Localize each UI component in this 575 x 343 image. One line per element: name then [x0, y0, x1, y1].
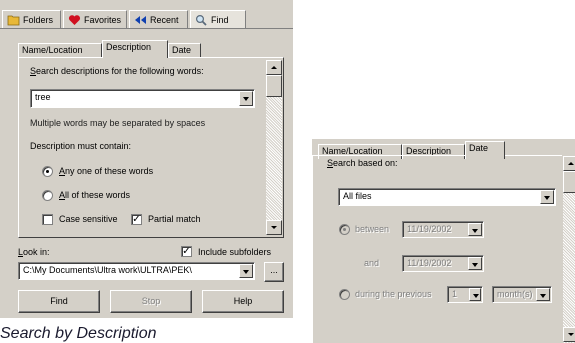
- date-scroll-thumb[interactable]: [563, 171, 575, 193]
- all-words-label: All of these words: [59, 190, 131, 200]
- search-words-combo[interactable]: tree: [30, 89, 255, 108]
- tab-date-label: Date: [172, 45, 192, 55]
- and-label: and: [364, 258, 380, 268]
- search-words-value: tree: [35, 92, 51, 102]
- look-in-path-value: C:\My Documents\Ultra work\ULTRA\PEK\: [23, 265, 192, 275]
- find-tab-label: Find: [211, 15, 229, 25]
- tab-description-label: Description: [106, 42, 152, 52]
- figure-caption: Search by Description: [0, 325, 157, 342]
- stop-button-label: Stop: [141, 296, 161, 306]
- scroll-down-icon[interactable]: [266, 220, 282, 235]
- during-unit-value: month(s): [497, 289, 533, 299]
- case-sensitive-checkbox[interactable]: [42, 214, 53, 225]
- panel-scrollbar[interactable]: [266, 60, 282, 235]
- any-words-label: Any one of these words: [59, 166, 154, 176]
- date-view-tab-date[interactable]: Date: [465, 141, 505, 159]
- look-in-label: Look in:: [18, 247, 50, 257]
- date-tab-panel: Search based on: All files between 11/19…: [312, 155, 562, 343]
- search-based-on-label: Search based on:: [327, 158, 398, 168]
- help-button[interactable]: Help: [202, 290, 284, 313]
- description-tab-panel: Search descriptions for the following wo…: [18, 57, 284, 238]
- during-previous-radio[interactable]: [339, 289, 350, 300]
- browse-label: ...: [270, 265, 278, 275]
- date-scroll-up-icon[interactable]: [563, 156, 575, 171]
- toolbar: Folders Favorites Recent Find: [0, 0, 293, 29]
- spinner-arrows-icon[interactable]: [469, 288, 481, 301]
- browse-button[interactable]: ...: [264, 262, 284, 282]
- partial-match-label: Partial match: [148, 214, 201, 224]
- toolbar-divider: [0, 28, 293, 29]
- and-date-value: 11/19/2002: [407, 258, 452, 268]
- unit-chevron-down-icon[interactable]: [536, 288, 550, 301]
- favorites-label: Favorites: [84, 14, 122, 25]
- favorites-button[interactable]: Favorites: [63, 10, 127, 29]
- find-dialog-description: Folders Favorites Recent Find Name/Locat…: [0, 0, 293, 318]
- case-sensitive-label: Case sensitive: [59, 214, 118, 224]
- stop-button[interactable]: Stop: [110, 290, 192, 313]
- folders-button[interactable]: Folders: [2, 10, 61, 29]
- recent-arrows-icon: [134, 14, 147, 26]
- tab-name-location-label: Name/Location: [22, 45, 83, 55]
- recent-button[interactable]: Recent: [129, 10, 188, 29]
- magnifier-icon: [195, 14, 208, 26]
- and-date-field[interactable]: 11/19/2002: [402, 255, 484, 272]
- all-words-radio[interactable]: [42, 190, 53, 201]
- heart-icon: [68, 14, 81, 26]
- and-date-dropdown-icon[interactable]: [468, 257, 482, 270]
- tab-description[interactable]: Description: [102, 40, 168, 58]
- must-contain-label: Description must contain:: [30, 141, 132, 151]
- based-on-chevron-down-icon[interactable]: [540, 190, 554, 204]
- between-date-dropdown-icon[interactable]: [468, 223, 482, 236]
- tab-date[interactable]: Date: [168, 43, 201, 58]
- separator-hint: Multiple words may be separated by space…: [30, 118, 206, 128]
- any-words-radio[interactable]: [42, 166, 53, 177]
- find-button[interactable]: Find: [18, 290, 100, 313]
- folder-icon: [7, 14, 20, 26]
- during-count-spinner[interactable]: 1: [447, 286, 483, 303]
- include-subfolders-checkbox[interactable]: ✓: [181, 246, 192, 257]
- search-based-on-value: All files: [343, 191, 372, 201]
- tab-name-location[interactable]: Name/Location: [18, 43, 102, 58]
- search-based-on-combo[interactable]: All files: [338, 188, 556, 206]
- scroll-up-icon[interactable]: [266, 60, 282, 75]
- help-button-label: Help: [233, 296, 253, 306]
- path-chevron-down-icon[interactable]: [239, 264, 253, 278]
- find-dialog-date: Name/Location Description Date Search ba…: [312, 139, 575, 343]
- scroll-thumb[interactable]: [266, 75, 282, 97]
- partial-match-checkbox[interactable]: ✓: [131, 214, 142, 225]
- between-date-value: 11/19/2002: [407, 224, 452, 234]
- during-previous-label: during the previous: [355, 289, 432, 299]
- date-view-tab-date-label: Date: [469, 143, 489, 153]
- date-panel-scrollbar[interactable]: [563, 156, 575, 343]
- between-label: between: [355, 224, 390, 234]
- chevron-down-icon[interactable]: [239, 91, 253, 106]
- find-tab-button[interactable]: Find: [190, 10, 246, 29]
- between-radio[interactable]: [339, 224, 350, 235]
- date-scroll-down-icon[interactable]: [563, 327, 575, 342]
- search-prompt-label: Search descriptions for the following wo…: [30, 66, 204, 76]
- recent-label: Recent: [150, 14, 179, 25]
- during-count-value: 1: [452, 289, 458, 299]
- find-button-label: Find: [50, 296, 68, 306]
- include-subfolders-label: Include subfolders: [198, 247, 272, 257]
- during-unit-select[interactable]: month(s): [492, 286, 552, 303]
- between-date-field[interactable]: 11/19/2002: [402, 221, 484, 238]
- folders-label: Folders: [23, 14, 54, 25]
- look-in-path-combo[interactable]: C:\My Documents\Ultra work\ULTRA\PEK\: [18, 262, 255, 280]
